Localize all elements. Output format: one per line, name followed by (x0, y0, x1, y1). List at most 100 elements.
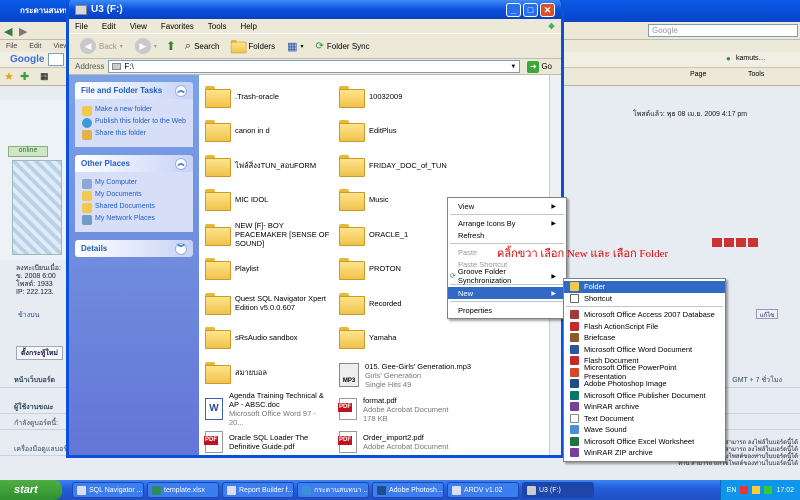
taskbar-item[interactable]: Report Builder f... (222, 482, 294, 498)
task-share-folder[interactable]: Share this folder (82, 130, 186, 140)
place-shared-documents[interactable]: Shared Documents (82, 203, 186, 213)
ban-icon[interactable] (736, 238, 746, 247)
new-access-item[interactable]: Microsoft Office Access 2007 Database (564, 309, 725, 321)
google-search-input[interactable]: Google (648, 24, 798, 37)
taskbar-item[interactable]: กระดานสนทนา ... (297, 482, 369, 498)
new-winrar-item[interactable]: WinRAR archive (564, 401, 725, 413)
ctx-new[interactable]: New ▶ (448, 287, 566, 299)
minimize-button[interactable]: _ (506, 2, 521, 17)
ctx-refresh[interactable]: Refresh (448, 229, 566, 241)
place-my-network[interactable]: My Network Places (82, 215, 186, 225)
tray-icon[interactable] (752, 486, 761, 494)
menu-view[interactable]: View (130, 22, 147, 31)
tab-list-icon[interactable]: ▦ (40, 71, 49, 82)
folder-item[interactable]: sRsAudio sandbox (205, 320, 340, 354)
browser-back-icon[interactable]: ◀ (4, 25, 12, 38)
ctx-properties[interactable]: Properties (448, 304, 566, 316)
taskbar-item[interactable]: SQL Navigator ... (72, 482, 144, 498)
new-topic-button[interactable]: ตั้งกระทู้ใหม่ (16, 346, 63, 360)
taskbar-item[interactable]: Adobe Photosh... (372, 482, 444, 498)
browser-menu-edit[interactable]: Edit (29, 43, 41, 50)
taskbar-item-active[interactable]: U3 (F:) (522, 482, 594, 498)
new-briefcase-item[interactable]: Briefcase (564, 332, 725, 344)
close-button[interactable]: ✕ (540, 2, 555, 17)
views-button[interactable]: ▦ ▾ (284, 38, 306, 55)
menu-favorites[interactable]: Favorites (161, 22, 194, 31)
warn-icon[interactable] (724, 238, 734, 247)
new-powerpoint-item[interactable]: Microsoft Office PowerPoint Presentation (564, 363, 725, 381)
folder-item[interactable]: EditPlus (339, 113, 474, 147)
place-my-documents[interactable]: My Documents (82, 191, 186, 201)
task-publish-folder[interactable]: Publish this folder to the Web (82, 118, 186, 128)
menu-tools[interactable]: Tools (208, 22, 227, 31)
task-make-new-folder[interactable]: Make a new folder (82, 106, 186, 116)
page-menu[interactable]: Page (690, 71, 706, 78)
new-text-item[interactable]: Text Document (564, 413, 725, 425)
folder-sync-button[interactable]: ⟳ Folder Sync (313, 39, 373, 54)
explorer-title-bar[interactable]: U3 (F:) _ □ ✕ (69, 0, 561, 19)
new-folder-item[interactable]: Folder (564, 281, 725, 293)
language-indicator[interactable]: EN (727, 487, 737, 494)
new-word-item[interactable]: Microsoft Office Word Document (564, 344, 725, 356)
taskbar-item[interactable]: template.xlsx (147, 482, 219, 498)
new-shortcut-item[interactable]: Shortcut (564, 293, 725, 305)
folder-item[interactable]: Quest SQL Navigator Xpert Edition v5.0.0… (205, 286, 340, 320)
google-toolbar-input[interactable] (48, 53, 64, 66)
taskbar-item[interactable]: ARDV v1.02 (447, 482, 519, 498)
folder-item[interactable]: FRIDAY_DOC_of_TUN (339, 148, 474, 182)
tray-icon[interactable] (740, 486, 749, 494)
folder-item[interactable]: 10032009 (339, 79, 474, 113)
folder-item[interactable]: .Trash-oracle (205, 79, 340, 113)
favorites-star-icon[interactable]: ★ (4, 70, 14, 83)
folder-item[interactable]: NEW [F]- BOY PEACEMAKER [SENSE OF SOUND] (205, 217, 340, 251)
edit-post-button[interactable]: แก้ไข (756, 309, 778, 319)
browser-menu-file[interactable]: File (6, 43, 17, 50)
start-button[interactable]: start (0, 480, 62, 500)
file-folder-tasks-header[interactable]: File and Folder Tasks ︽ (75, 82, 193, 99)
search-button[interactable]: ⌕ Search (182, 38, 223, 55)
new-wave-item[interactable]: Wave Sound (564, 424, 725, 436)
address-input[interactable]: F:\ ▼ (108, 60, 521, 73)
maximize-button[interactable]: □ (523, 2, 538, 17)
menu-file[interactable]: File (75, 22, 88, 31)
new-winrar-zip-item[interactable]: WinRAR ZIP archive (564, 447, 725, 459)
menu-edit[interactable]: Edit (102, 22, 116, 31)
details-header[interactable]: Details ︾ (75, 240, 193, 257)
folder-item[interactable]: canon in d (205, 113, 340, 147)
folders-button[interactable]: Folders (228, 38, 278, 54)
new-publisher-item[interactable]: Microsoft Office Publisher Document (564, 390, 725, 402)
back-button[interactable]: ◀ Back ▾ (77, 36, 126, 56)
delete-icon[interactable] (748, 238, 758, 247)
new-flash-as-item[interactable]: Flash ActionScript File (564, 321, 725, 333)
mp3-file-item[interactable]: MP3 015. Gee-Girls' Generation.mp3 Girls'… (339, 355, 474, 395)
tools-menu[interactable]: Tools (748, 71, 764, 78)
ctx-arrange-icons[interactable]: Arrange Icons By ▶ (448, 217, 566, 229)
other-places-header[interactable]: Other Places ︽ (75, 155, 193, 172)
chevron-down-icon[interactable]: ▼ (510, 64, 516, 70)
folder-item[interactable]: MIC IDOL (205, 182, 340, 216)
folder-item[interactable]: Yamaha (339, 320, 474, 354)
doc-file-item[interactable]: W Agenda Training Technical & AP - ABSC.… (205, 391, 340, 427)
menu-help[interactable]: Help (240, 22, 256, 31)
place-my-computer[interactable]: My Computer (82, 179, 186, 189)
ctx-groove-sync[interactable]: ⟳ Groove Folder Synchronization ▶ (448, 267, 566, 285)
add-favorite-icon[interactable]: ✚ (20, 70, 29, 83)
up-folder-icon[interactable]: ⬆ (166, 39, 176, 53)
ctx-view[interactable]: View ▶ (448, 200, 566, 212)
pdf-file-item[interactable]: PDF format.pdf Adobe Acrobat Document 178 … (338, 391, 474, 427)
user-name[interactable]: kamuts… (736, 55, 766, 62)
folder-item[interactable]: สมายบอล (205, 355, 340, 389)
forward-button[interactable]: ▶ ▾ (132, 36, 160, 56)
collapse-icon[interactable]: ︽ (175, 84, 187, 97)
new-excel-item[interactable]: Microsoft Office Excel Worksheet (564, 436, 725, 448)
folder-item[interactable]: ไฟล์สิ่งงTUN_สอบFORM (205, 148, 340, 182)
folder-item[interactable]: Playlist (205, 251, 340, 285)
pdf-file-item[interactable]: PDF Order_import2.pdf Adobe Acrobat Docum… (338, 428, 474, 455)
browser-forward-icon[interactable]: ▶ (19, 25, 27, 38)
expand-icon[interactable]: ︾ (175, 242, 187, 255)
collapse-icon[interactable]: ︽ (175, 157, 187, 170)
tray-icon[interactable] (764, 486, 773, 494)
back-to-top-link[interactable]: ข้างบน (18, 310, 39, 321)
pdf-file-item[interactable]: PDF Oracle SQL Loader The Definitive Gui… (204, 428, 340, 455)
go-button[interactable]: ➜ Go (524, 60, 555, 73)
